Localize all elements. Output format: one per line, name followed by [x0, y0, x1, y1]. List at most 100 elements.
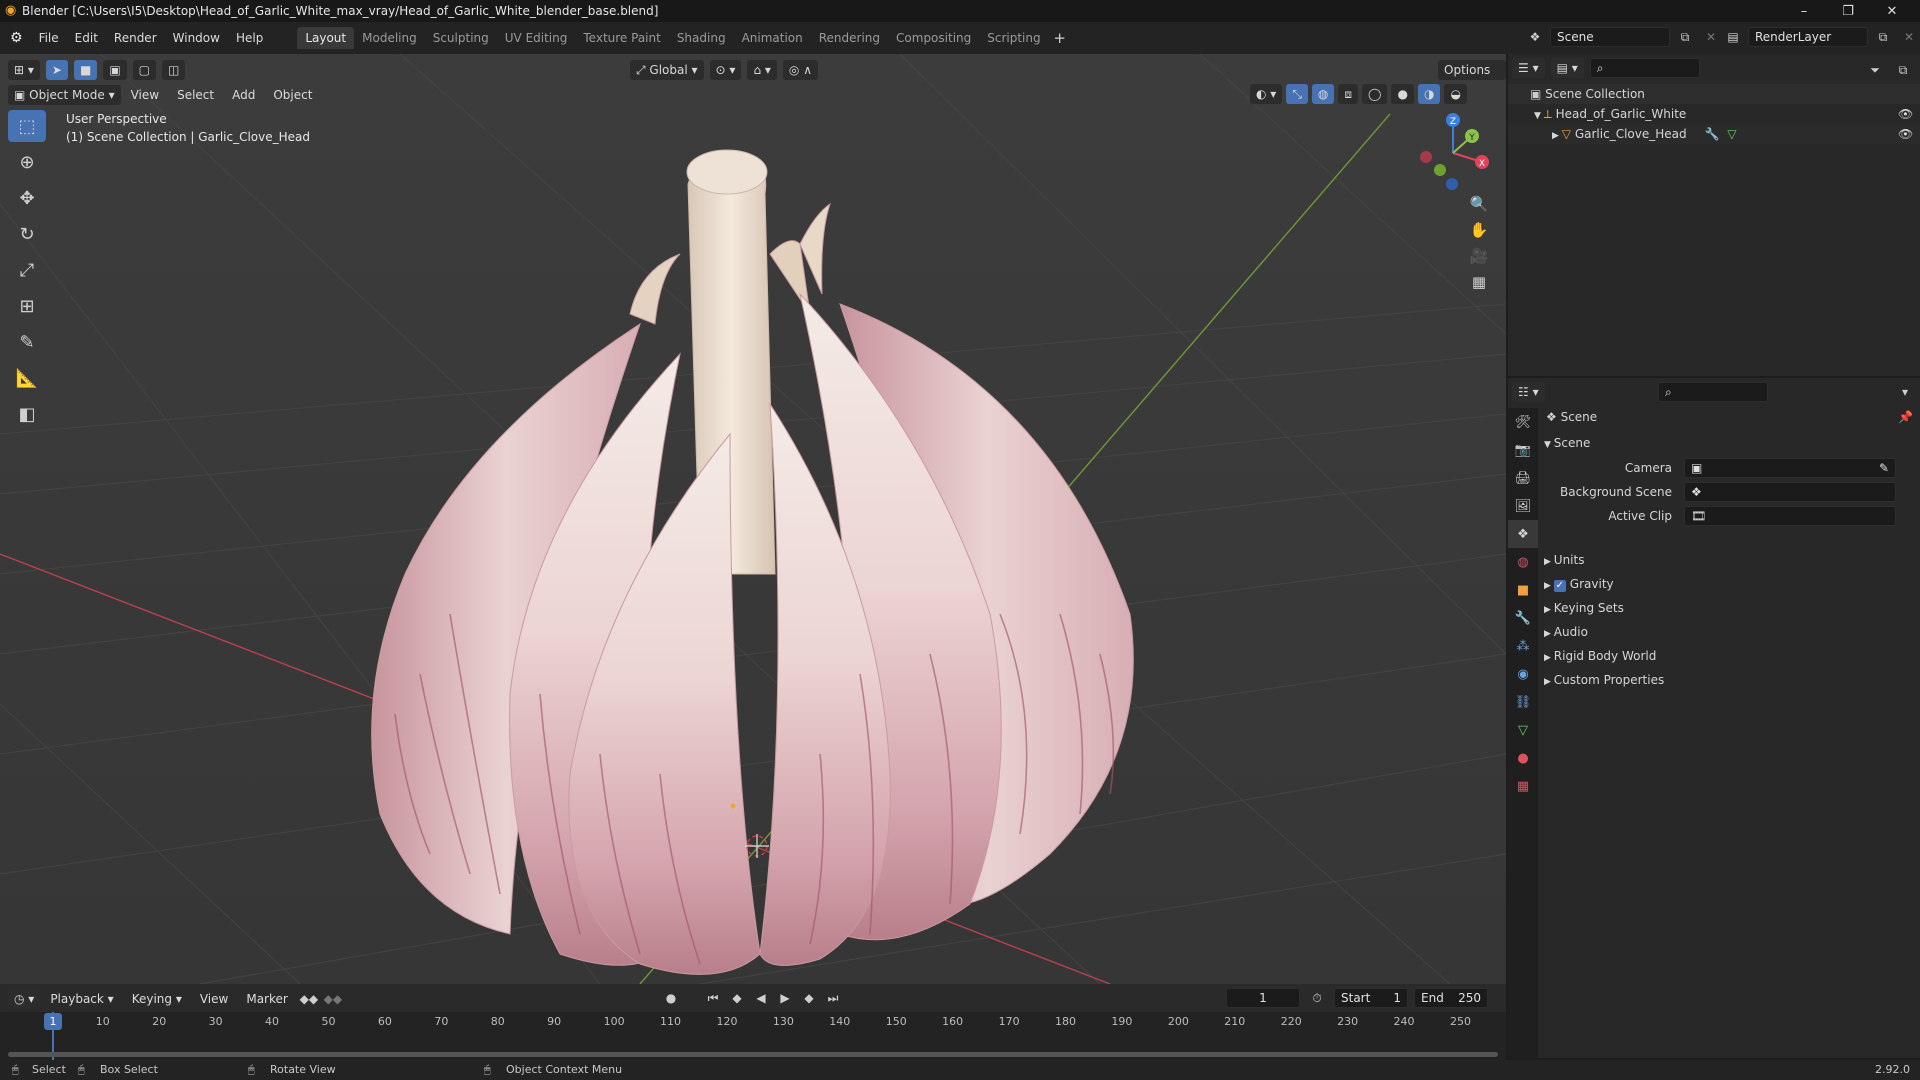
new-view-layer-icon[interactable]: ⧉: [1872, 27, 1894, 47]
zoom-icon[interactable]: 🔍: [1468, 194, 1490, 214]
scene-field[interactable]: Scene: [1550, 27, 1670, 47]
camera-field[interactable]: ▣ ✎: [1684, 458, 1896, 478]
physics-tab-icon[interactable]: ◉: [1508, 660, 1538, 688]
editor-type-icon[interactable]: ⊞ ▾: [8, 60, 40, 80]
select-mode-subtract-icon[interactable]: ▢: [132, 60, 156, 80]
tab-uv-editing[interactable]: UV Editing: [497, 27, 576, 49]
active-clip-field[interactable]: 🎞: [1684, 506, 1896, 526]
outliner-item[interactable]: ▶ ▽ Garlic_Clove_Head 🔧 ▽ 👁: [1508, 124, 1920, 144]
timeline-scrollbar[interactable]: [8, 1052, 1498, 1057]
expand-arrow-icon[interactable]: ▶: [1552, 131, 1562, 141]
properties-options-icon[interactable]: ▾: [1894, 382, 1916, 402]
rendered-shading-icon[interactable]: ◒: [1444, 84, 1467, 104]
section-keying-sets[interactable]: ▶ Keying Sets: [1544, 596, 1916, 620]
delete-view-layer-icon[interactable]: ✕: [1898, 27, 1920, 47]
select-mode-new-icon[interactable]: ■: [73, 60, 98, 80]
modifier-wrench-icon[interactable]: 🔧: [1704, 127, 1719, 141]
viewport-menu-view[interactable]: View: [123, 84, 167, 106]
section-custom-properties[interactable]: ▶ Custom Properties: [1544, 668, 1916, 692]
pan-hand-icon[interactable]: ✋: [1468, 220, 1490, 240]
delete-scene-icon[interactable]: ✕: [1700, 27, 1722, 47]
3d-viewport[interactable]: ⊞ ▾ ➤ ■ ▣ ▢ ◫ ⤢ Global ▾ ⊙ ▾ ⌂ ▾ ◎ ∧ Opt…: [0, 54, 1506, 984]
solid-shading-icon[interactable]: ●: [1391, 84, 1414, 104]
next-keyframe-icon[interactable]: ◆: [798, 988, 820, 1008]
new-scene-icon[interactable]: ⧉: [1674, 27, 1696, 47]
section-audio[interactable]: ▶ Audio: [1544, 620, 1916, 644]
outliner-root[interactable]: ▣ Scene Collection: [1508, 84, 1920, 104]
data-tab-icon[interactable]: ▽: [1508, 716, 1538, 744]
section-units[interactable]: ▶ Units: [1544, 548, 1916, 572]
viewport-scene[interactable]: [0, 54, 1506, 984]
timeline-editor-icon[interactable]: ◷ ▾: [8, 989, 41, 1009]
scale-tool-icon[interactable]: ⤢: [8, 254, 46, 286]
playhead-frame[interactable]: 1: [44, 1013, 62, 1030]
navigation-gizmo[interactable]: Z X Y: [1410, 110, 1496, 196]
timeline-menu-view[interactable]: View: [192, 988, 236, 1010]
wireframe-shading-icon[interactable]: ◯: [1362, 84, 1388, 104]
section-gravity[interactable]: ▶ ✓ Gravity: [1544, 572, 1916, 596]
viewport-menu-select[interactable]: Select: [169, 84, 222, 106]
tab-scripting[interactable]: Scripting: [979, 27, 1048, 49]
rotate-tool-icon[interactable]: ↻: [8, 218, 46, 250]
measure-tool-icon[interactable]: 📐: [8, 362, 46, 394]
cursor-tool-icon[interactable]: ⊕: [8, 146, 46, 178]
timeline-track[interactable]: 1102030405060708090100110120130140150160…: [0, 1012, 1506, 1060]
tab-texture-paint[interactable]: Texture Paint: [575, 27, 668, 49]
stopwatch-icon[interactable]: ⏱: [1306, 988, 1328, 1008]
expand-arrow-icon[interactable]: ▼: [1534, 111, 1544, 121]
scene-panel-header[interactable]: ▼ Scene: [1544, 432, 1916, 454]
close-button[interactable]: ✕: [1870, 0, 1914, 22]
ortho-grid-icon[interactable]: ▦: [1468, 272, 1490, 292]
menu-help[interactable]: Help: [228, 27, 271, 49]
select-box-tool-icon[interactable]: ⬚: [8, 110, 46, 142]
transform-orientation-dropdown[interactable]: ⤢ Global ▾: [630, 60, 704, 80]
timeline-menu-playback[interactable]: Playback ▾: [42, 988, 121, 1010]
overlay-toggle-icon[interactable]: ◍: [1311, 84, 1335, 104]
object-tab-icon[interactable]: ■: [1508, 576, 1538, 604]
output-tab-icon[interactable]: 🖨: [1508, 464, 1538, 492]
gravity-checkbox[interactable]: ✓: [1553, 580, 1566, 592]
snap-icon[interactable]: ⌂ ▾: [747, 60, 777, 80]
view-layer-field[interactable]: RenderLayer: [1748, 27, 1868, 47]
tab-shading[interactable]: Shading: [669, 27, 734, 49]
camera-view-icon[interactable]: 🎥: [1468, 246, 1490, 266]
modifier-tab-icon[interactable]: 🔧: [1508, 604, 1538, 632]
jump-end-icon[interactable]: ⏭: [822, 988, 844, 1008]
viewport-menu-object[interactable]: Object: [265, 84, 320, 106]
keyframe-icons[interactable]: ◆◆: [298, 989, 320, 1009]
transform-tool-icon[interactable]: ⊞: [8, 290, 46, 322]
tab-modeling[interactable]: Modeling: [354, 27, 425, 49]
tab-layout[interactable]: Layout: [297, 27, 355, 49]
menu-render[interactable]: Render: [106, 27, 165, 49]
jump-start-icon[interactable]: ⏮: [702, 988, 724, 1008]
add-cube-tool-icon[interactable]: ◧: [8, 398, 46, 430]
properties-editor-icon[interactable]: ☷ ▾: [1512, 382, 1545, 402]
maximize-button[interactable]: ❐: [1826, 0, 1870, 22]
timeline-menu-keying[interactable]: Keying ▾: [124, 988, 190, 1010]
play-icon[interactable]: ▶: [774, 988, 796, 1008]
prev-keyframe-icon[interactable]: ◆: [726, 988, 748, 1008]
filter-icon[interactable]: ⏷: [1864, 60, 1886, 80]
world-tab-icon[interactable]: ◍: [1508, 548, 1538, 576]
select-mode-invert-icon[interactable]: ◫: [162, 60, 186, 80]
texture-tab-icon[interactable]: ▦: [1508, 772, 1538, 800]
current-frame-field[interactable]: 1: [1226, 988, 1300, 1008]
material-tab-icon[interactable]: ●: [1508, 744, 1538, 772]
visibility-icon[interactable]: ◐ ▾: [1250, 84, 1283, 104]
visibility-eye-icon[interactable]: 👁: [1898, 124, 1913, 144]
tool-tab-icon[interactable]: 🛠: [1508, 408, 1538, 436]
move-tool-icon[interactable]: ✥: [8, 182, 46, 214]
play-reverse-icon[interactable]: ◀: [750, 988, 772, 1008]
visibility-eye-icon[interactable]: 👁: [1898, 104, 1913, 124]
start-frame-field[interactable]: Start 1: [1334, 988, 1408, 1008]
add-workspace-icon[interactable]: +: [1049, 28, 1071, 48]
menu-window[interactable]: Window: [165, 27, 228, 49]
eyedropper-icon[interactable]: ✎: [1879, 459, 1889, 477]
gizmo-toggle-icon[interactable]: ⤡: [1286, 84, 1308, 104]
pin-icon[interactable]: 📌: [1898, 406, 1913, 428]
section-rigid-body-world[interactable]: ▶ Rigid Body World: [1544, 644, 1916, 668]
end-frame-field[interactable]: End 250: [1414, 988, 1488, 1008]
viewport-menu-add[interactable]: Add: [224, 84, 263, 106]
pivot-point-icon[interactable]: ⊙ ▾: [709, 60, 742, 80]
constraints-tab-icon[interactable]: ⛓: [1508, 688, 1538, 716]
